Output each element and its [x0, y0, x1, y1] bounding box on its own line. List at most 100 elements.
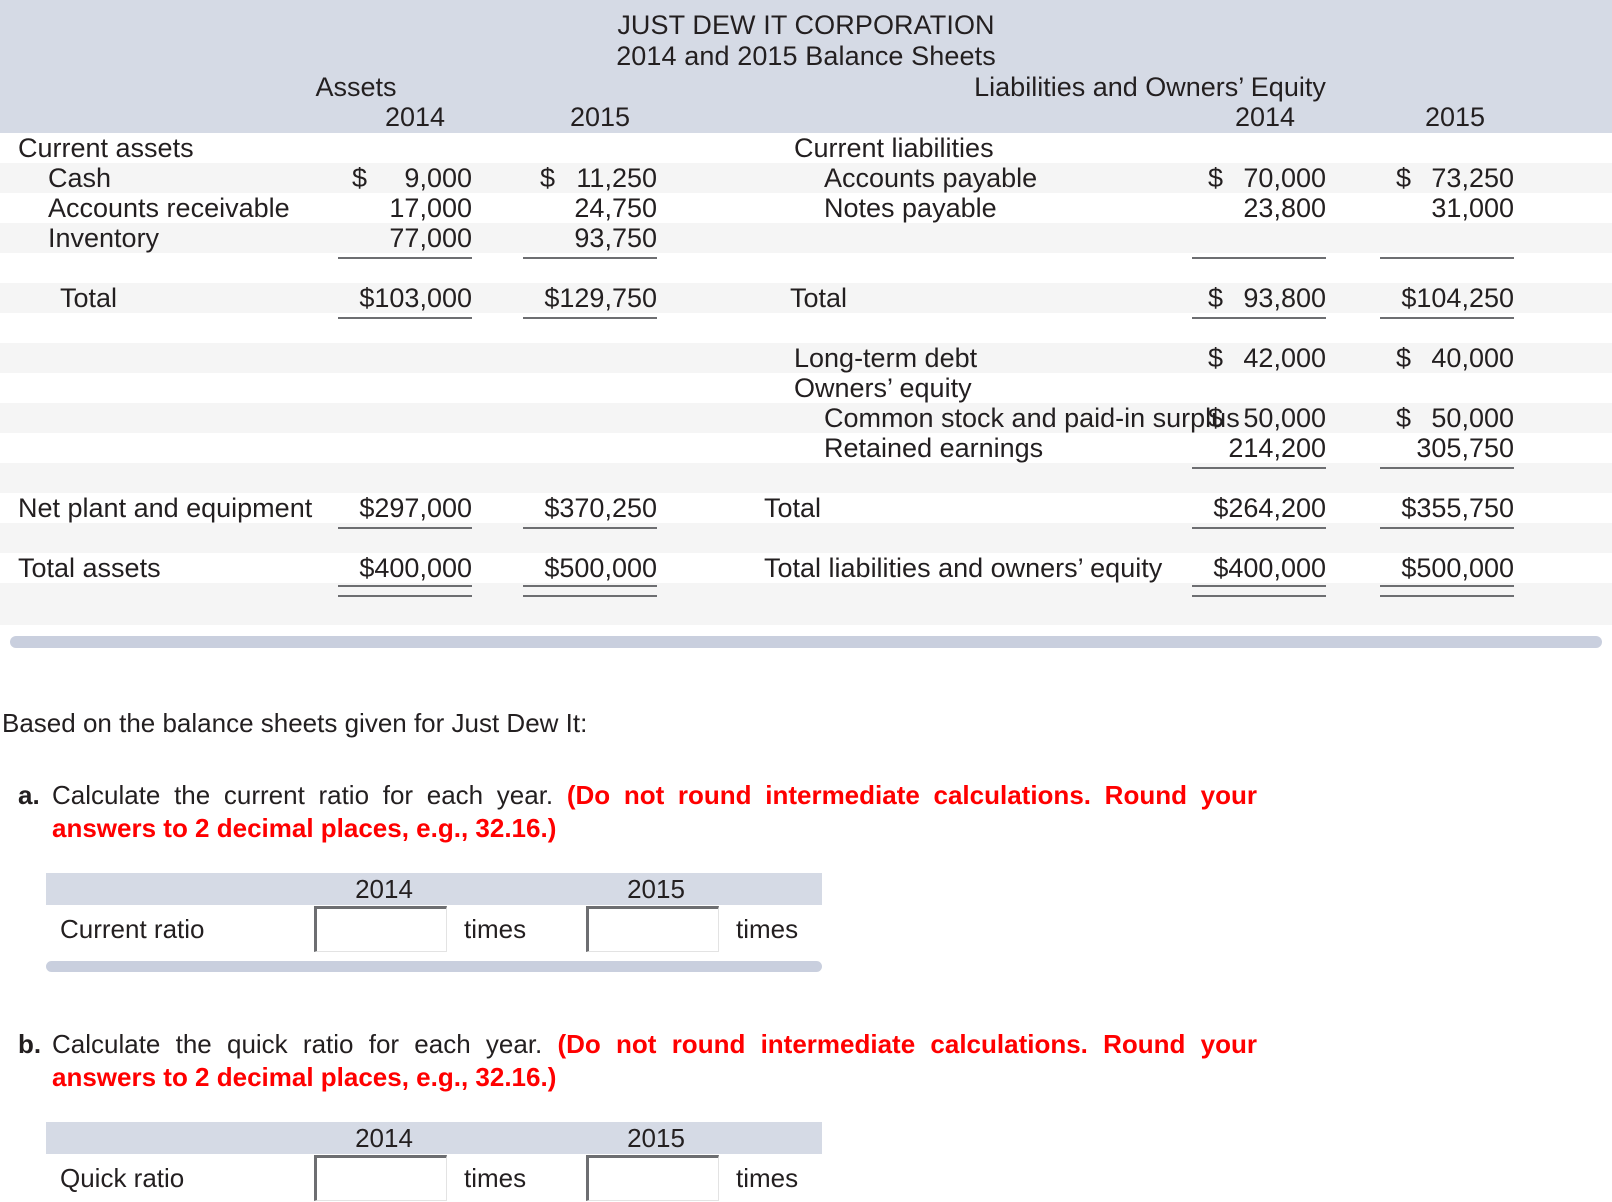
table-row: Retained earnings 214,200 305,750 [0, 433, 1612, 463]
table-row-rule [0, 313, 1612, 343]
table-row-rule [0, 523, 1612, 553]
quick-ratio-2014-unit: times [464, 1162, 526, 1194]
table-row-rule [0, 253, 1612, 283]
long-term-debt-2014-value: 42,000 [1180, 343, 1326, 373]
owners-equity-total-2014-rule [1192, 527, 1326, 529]
answer-table-b: 2014 2015 Quick ratio times times [46, 1122, 822, 1202]
cash-label: Cash [0, 163, 111, 193]
common-stock-2015-value: 50,000 [1368, 403, 1514, 433]
quick-ratio-2014-input[interactable] [314, 1155, 447, 1201]
long-term-debt-label: Long-term debt [746, 343, 977, 373]
table-row: Common stock and paid-in surplus $ 50,00… [0, 403, 1612, 433]
net-plant-2015-rule [523, 527, 657, 529]
balance-sheet-footer-bar [10, 636, 1602, 648]
answer-b-year-2015-header: 2015 [586, 1122, 726, 1154]
current-ratio-label: Current ratio [60, 913, 205, 945]
table-row: Inventory 77,000 93,750 [0, 223, 1612, 253]
table-row: Net plant and equipment $297,000 $370,25… [0, 493, 1612, 523]
common-stock-label: Common stock and paid-in surplus [746, 403, 1240, 433]
answer-a-row: Current ratio times times [46, 905, 822, 953]
accounts-receivable-label: Accounts receivable [0, 193, 290, 223]
answer-b-year-2014-header: 2014 [314, 1122, 454, 1154]
accounts-payable-2015-value: 73,250 [1368, 163, 1514, 193]
liabilities-year-2015-header: 2015 [1395, 102, 1515, 133]
quick-ratio-2015-unit: times [736, 1162, 798, 1194]
answer-b-row: Quick ratio times times [46, 1154, 822, 1202]
balance-sheet-subtitle: 2014 and 2015 Balance Sheets [0, 41, 1612, 72]
current-assets-total-2015: $129,750 [515, 283, 657, 313]
total-assets-2014-value: $400,000 [330, 553, 472, 583]
question-a-text: a.Calculate the current ratio for each y… [0, 779, 1257, 845]
cash-2015-value: 11,250 [515, 163, 657, 193]
quick-ratio-2015-input[interactable] [586, 1155, 719, 1201]
current-liabilities-label: Current liabilities [746, 133, 994, 163]
liabilities-2014-total-underline [1192, 317, 1326, 319]
accounts-receivable-2014-value: 17,000 [330, 193, 472, 223]
owners-equity-total-label: Total [746, 493, 821, 523]
current-ratio-2014-unit: times [464, 913, 526, 945]
answer-a-year-2014-header: 2014 [314, 873, 454, 905]
net-plant-2014-rule [338, 527, 472, 529]
owners-equity-2014-subtotal-rule [1192, 467, 1326, 469]
owners-equity-total-2015-rule [1380, 527, 1514, 529]
assets-2014-total-underline [338, 317, 472, 319]
inventory-2015-value: 93,750 [515, 223, 657, 253]
questions-area: Based on the balance sheets given for Ju… [0, 708, 1612, 1202]
net-plant-equipment-label: Net plant and equipment [0, 493, 312, 523]
table-row: Total assets $400,000 $500,000 Total lia… [0, 553, 1612, 583]
current-ratio-2015-input[interactable] [586, 906, 719, 952]
total-liab-2014-double-rule-bottom [1192, 595, 1326, 597]
owners-equity-2015-subtotal-rule [1380, 467, 1514, 469]
assets-2014-subtotal-rule [338, 257, 472, 259]
current-ratio-2015-unit: times [736, 913, 798, 945]
owners-equity-total-2014: $264,200 [1180, 493, 1326, 523]
current-ratio-2014-input[interactable] [314, 906, 447, 952]
total-assets-2014-double-rule-bottom [338, 595, 472, 597]
inventory-label: Inventory [0, 223, 159, 253]
liabilities-heading: Liabilities and Owners’ Equity [900, 72, 1400, 103]
retained-earnings-label: Retained earnings [746, 433, 1043, 463]
liabilities-2014-subtotal-rule [1192, 257, 1326, 259]
liabilities-2015-total-underline [1380, 317, 1514, 319]
answer-table-a-header: 2014 2015 [46, 873, 822, 905]
total-assets-2014-double-rule-top [338, 585, 472, 587]
total-liabilities-equity-label: Total liabilities and owners’ equity [746, 553, 1162, 583]
current-liabilities-total-label: Total [746, 283, 847, 313]
total-liab-2015-double-rule-bottom [1380, 595, 1514, 597]
balance-sheet-body: Current assets Current liabilities Cash … [0, 133, 1612, 626]
cash-2014-value: 9,000 [330, 163, 472, 193]
total-assets-2015-double-rule-bottom [523, 595, 657, 597]
total-assets-2015-double-rule-top [523, 585, 657, 587]
total-liab-2015-double-rule-top [1380, 585, 1514, 587]
total-liab-2014-double-rule-top [1192, 585, 1326, 587]
assets-year-2014-header: 2014 [355, 102, 475, 133]
question-b: b.Calculate the quick ratio for each yea… [0, 1028, 1612, 1202]
table-row: Cash $ 9,000 $ 11,250 Accounts payable $… [0, 163, 1612, 193]
current-assets-total-label: Total [0, 283, 117, 313]
table-row-rule [0, 463, 1612, 493]
balance-sheet: JUST DEW IT CORPORATION 2014 and 2015 Ba… [0, 0, 1612, 648]
balance-sheet-title: JUST DEW IT CORPORATION 2014 and 2015 Ba… [0, 10, 1612, 72]
answer-table-a: 2014 2015 Current ratio times times [46, 873, 822, 972]
notes-payable-2014-value: 23,800 [1180, 193, 1326, 223]
current-liabilities-total-2015: $104,250 [1368, 283, 1514, 313]
question-a-letter: a. [18, 779, 40, 812]
assets-2015-total-underline [523, 317, 657, 319]
question-b-prompt: Calculate the quick ratio for each year. [52, 1029, 558, 1059]
answer-table-b-header: 2014 2015 [46, 1122, 822, 1154]
notes-payable-label: Notes payable [746, 193, 997, 223]
question-b-text: b.Calculate the quick ratio for each yea… [0, 1028, 1257, 1094]
total-assets-label: Total assets [0, 553, 161, 583]
owners-equity-label: Owners’ equity [746, 373, 972, 403]
total-assets-2015-value: $500,000 [515, 553, 657, 583]
balance-sheet-header: JUST DEW IT CORPORATION 2014 and 2015 Ba… [0, 0, 1612, 133]
table-row: Long-term debt $ 42,000 $ 40,000 [0, 343, 1612, 373]
accounts-receivable-2015-value: 24,750 [515, 193, 657, 223]
table-row: Accounts receivable 17,000 24,750 Notes … [0, 193, 1612, 223]
retained-earnings-2014-value: 214,200 [1180, 433, 1326, 463]
owners-equity-total-2015: $355,750 [1368, 493, 1514, 523]
answer-table-a-footer-bar [46, 961, 822, 972]
table-row: Current assets Current liabilities [0, 133, 1612, 163]
assets-2015-subtotal-rule [523, 257, 657, 259]
table-row-double-rule [0, 583, 1612, 625]
